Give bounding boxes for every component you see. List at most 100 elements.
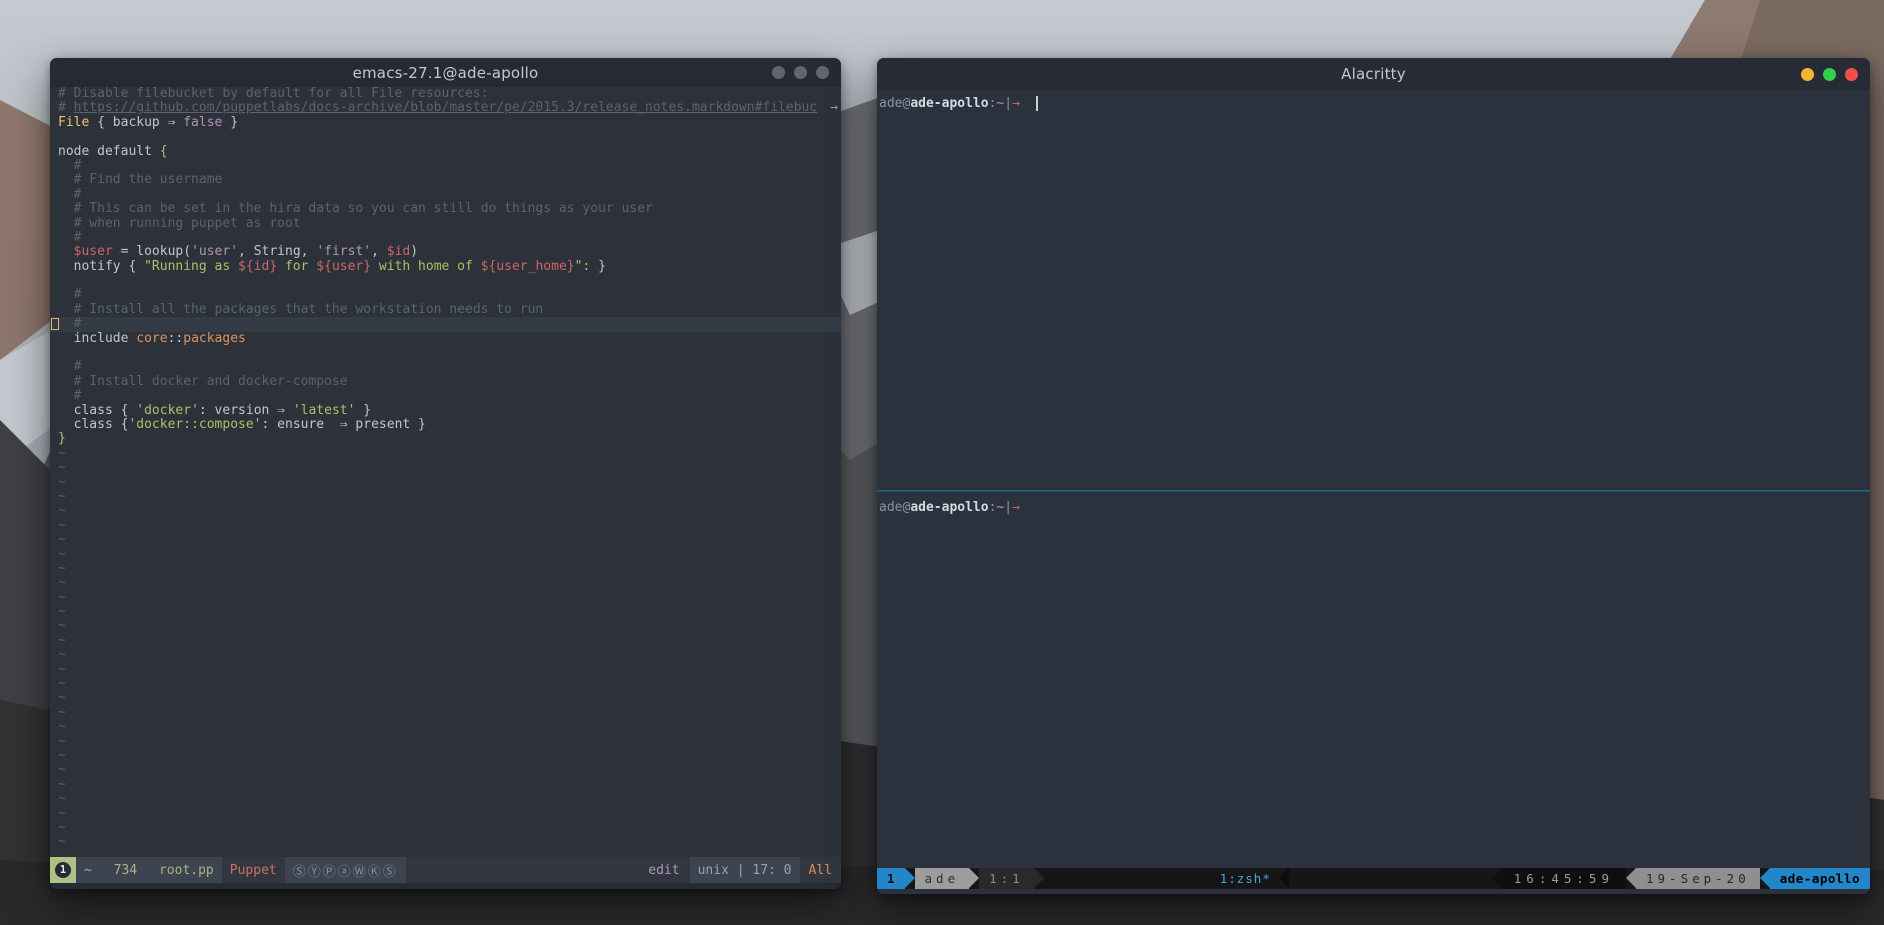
code-line: node default {	[58, 145, 841, 159]
window-control-maximize[interactable]	[794, 66, 807, 79]
code-token: {	[160, 144, 168, 159]
fringe-tilde: ~	[58, 691, 841, 705]
code-line: #	[58, 231, 841, 245]
code-token: 'user'	[191, 244, 238, 259]
terminal-bottom-padding	[877, 889, 1870, 894]
modeline-spacer	[406, 857, 639, 883]
tmux-session-number[interactable]: 1	[877, 868, 905, 889]
buffer-state: ~	[84, 863, 92, 878]
alacritty-titlebar[interactable]: Alacritty	[877, 58, 1870, 90]
code-line	[58, 130, 841, 144]
code-token: ${user}	[316, 259, 371, 274]
tmux-status-bar: 1 ade 1:1 1:zsh* 16:45:59 19-Sep-20 ade-…	[877, 868, 1870, 889]
code-token: )	[410, 244, 418, 259]
tmux-bar-spacer	[1289, 868, 1492, 889]
powerline-separator-icon	[1279, 868, 1289, 888]
code-token: }	[222, 115, 238, 130]
code-token: "Running as	[144, 259, 238, 274]
prompt-user: ade	[879, 500, 902, 515]
emacs-buffer[interactable]: # Disable filebucket by default for all …	[50, 87, 841, 857]
code-line: # This can be set in the hira data so yo…	[58, 202, 841, 216]
prompt-arrow-icon: →	[1012, 500, 1020, 515]
tmux-pane-bottom[interactable]: ade@ade-apollo:~|→	[877, 492, 1870, 515]
code-token: with home of	[371, 259, 481, 274]
code-token: class {	[58, 417, 128, 432]
code-line: #	[58, 288, 841, 302]
code-line: }	[58, 432, 841, 446]
window-control-minimize[interactable]	[1801, 68, 1814, 81]
window-control-close[interactable]	[1845, 68, 1858, 81]
code-token: # This can be set in the hira data so yo…	[58, 201, 653, 216]
window-control-maximize[interactable]	[1823, 68, 1836, 81]
code-token: #	[58, 230, 81, 245]
editor-state: edit	[638, 857, 689, 883]
fringe-tilde: ~	[58, 562, 841, 576]
fringe-tilde: ~	[58, 476, 841, 490]
tmux-date: 19-Sep-20	[1636, 868, 1760, 889]
window-control-close[interactable]	[816, 66, 829, 79]
code-line	[58, 274, 841, 288]
fringe-tilde: ~	[58, 778, 841, 792]
url-link[interactable]: https://github.com/puppetlabs/docs-archi…	[74, 100, 818, 115]
code-token: false	[183, 115, 222, 130]
prompt-user: ade	[879, 96, 902, 111]
code-token: { backup ⇒	[89, 115, 183, 130]
fringe-tilde: ~	[58, 533, 841, 547]
powerline-separator-icon	[905, 868, 915, 888]
window-control-minimize[interactable]	[772, 66, 785, 79]
encoding-position: unix | 17: 0	[690, 857, 800, 883]
code-token	[58, 244, 74, 259]
code-token: #	[58, 388, 81, 403]
fringe-tilde: ~	[58, 605, 841, 619]
code-token: #	[58, 316, 81, 331]
code-token: core	[136, 331, 167, 346]
code-token: include	[58, 331, 136, 346]
emacs-window-title: emacs-27.1@ade-apollo	[353, 64, 539, 82]
fringe-tilde: ~	[58, 663, 841, 677]
shell-prompt: ade@ade-apollo:~|→	[879, 96, 1870, 111]
code-token: #	[58, 100, 74, 115]
window-number-icon: 1	[55, 862, 71, 878]
code-line: # Install docker and docker-compose	[58, 375, 841, 389]
emacs-titlebar[interactable]: emacs-27.1@ade-apollo	[50, 58, 841, 87]
code-line: # Find the username	[58, 173, 841, 187]
code-line: # https://github.com/puppetlabs/docs-arc…	[58, 101, 841, 115]
emacs-window: emacs-27.1@ade-apollo # Disable filebuck…	[50, 58, 841, 889]
code-line: #	[58, 389, 841, 403]
code-token: # Install all the packages that the work…	[58, 302, 543, 317]
alacritty-window-title: Alacritty	[1341, 65, 1406, 83]
tmux-window-active[interactable]: 1:zsh*	[1212, 868, 1279, 889]
code-token: for	[277, 259, 316, 274]
code-line: #	[58, 159, 841, 173]
code-line: include core::packages	[58, 332, 841, 346]
fringe-tilde: ~	[58, 706, 841, 720]
powerline-separator-icon	[1626, 868, 1636, 888]
code-line: $user = lookup('user', String, 'first', …	[58, 245, 841, 259]
code-line	[58, 346, 841, 360]
emacs-window-controls	[772, 58, 829, 87]
prompt-pipe: |	[1004, 500, 1012, 515]
prompt-host: ade-apollo	[910, 96, 988, 111]
fringe-tilde: ~	[58, 447, 841, 461]
code-token: : version ⇒	[199, 403, 293, 418]
code-token: # when running puppet as root	[58, 216, 301, 231]
code-token: class {	[58, 403, 136, 418]
tmux-user: ade	[915, 868, 970, 889]
fringe-tilde: ~	[58, 677, 841, 691]
emacs-modeline: 1 ~ 734 root.pp Puppet ⓈⓎⓅⓐⓌⓀⓈ edit unix…	[50, 857, 841, 883]
alacritty-window-controls	[1801, 58, 1858, 90]
code-token: 'first'	[316, 244, 371, 259]
code-line: File { backup ⇒ false }	[58, 116, 841, 130]
code-token: node default	[58, 144, 160, 159]
powerline-separator-icon	[1492, 868, 1502, 888]
major-mode[interactable]: Puppet	[222, 857, 285, 883]
code-token: notify {	[58, 259, 144, 274]
terminal-area[interactable]: ade@ade-apollo:~|→ ade@ade-apollo:~|→	[877, 90, 1870, 868]
tmux-clock: 16:45:59	[1502, 868, 1626, 889]
emacs-cursor	[51, 318, 59, 330]
tmux-pane-top[interactable]: ade@ade-apollo:~|→	[877, 90, 1870, 490]
code-token: }	[355, 403, 371, 418]
code-token: #	[58, 158, 81, 173]
fringe-tilde: ~	[58, 821, 841, 835]
code-token: }	[58, 431, 66, 446]
